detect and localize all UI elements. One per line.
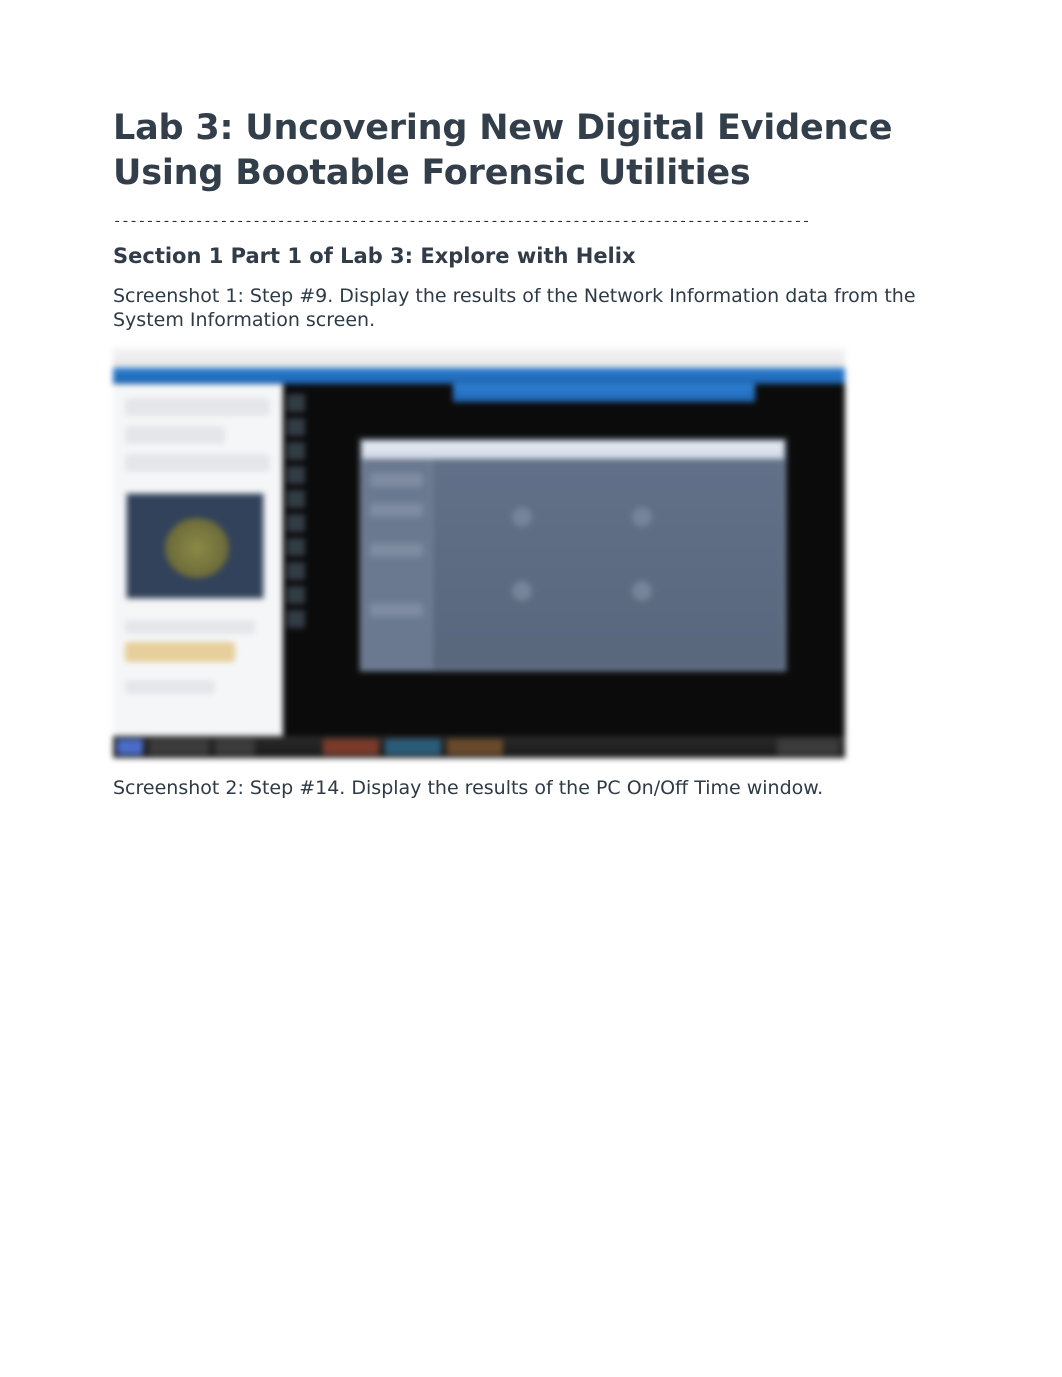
screenshot-1-image <box>113 348 845 758</box>
blank-area <box>113 817 949 1317</box>
page-title: Lab 3: Uncovering New Digital Evidence U… <box>113 106 949 196</box>
section-heading: Section 1 Part 1 of Lab 3: Explore with … <box>113 244 949 268</box>
screenshot-1-caption: Screenshot 1: Step #9. Display the resul… <box>113 284 949 333</box>
horizontal-divider: ----------------------------------------… <box>113 214 949 230</box>
screenshot-2-caption: Screenshot 2: Step #14. Display the resu… <box>113 776 949 800</box>
